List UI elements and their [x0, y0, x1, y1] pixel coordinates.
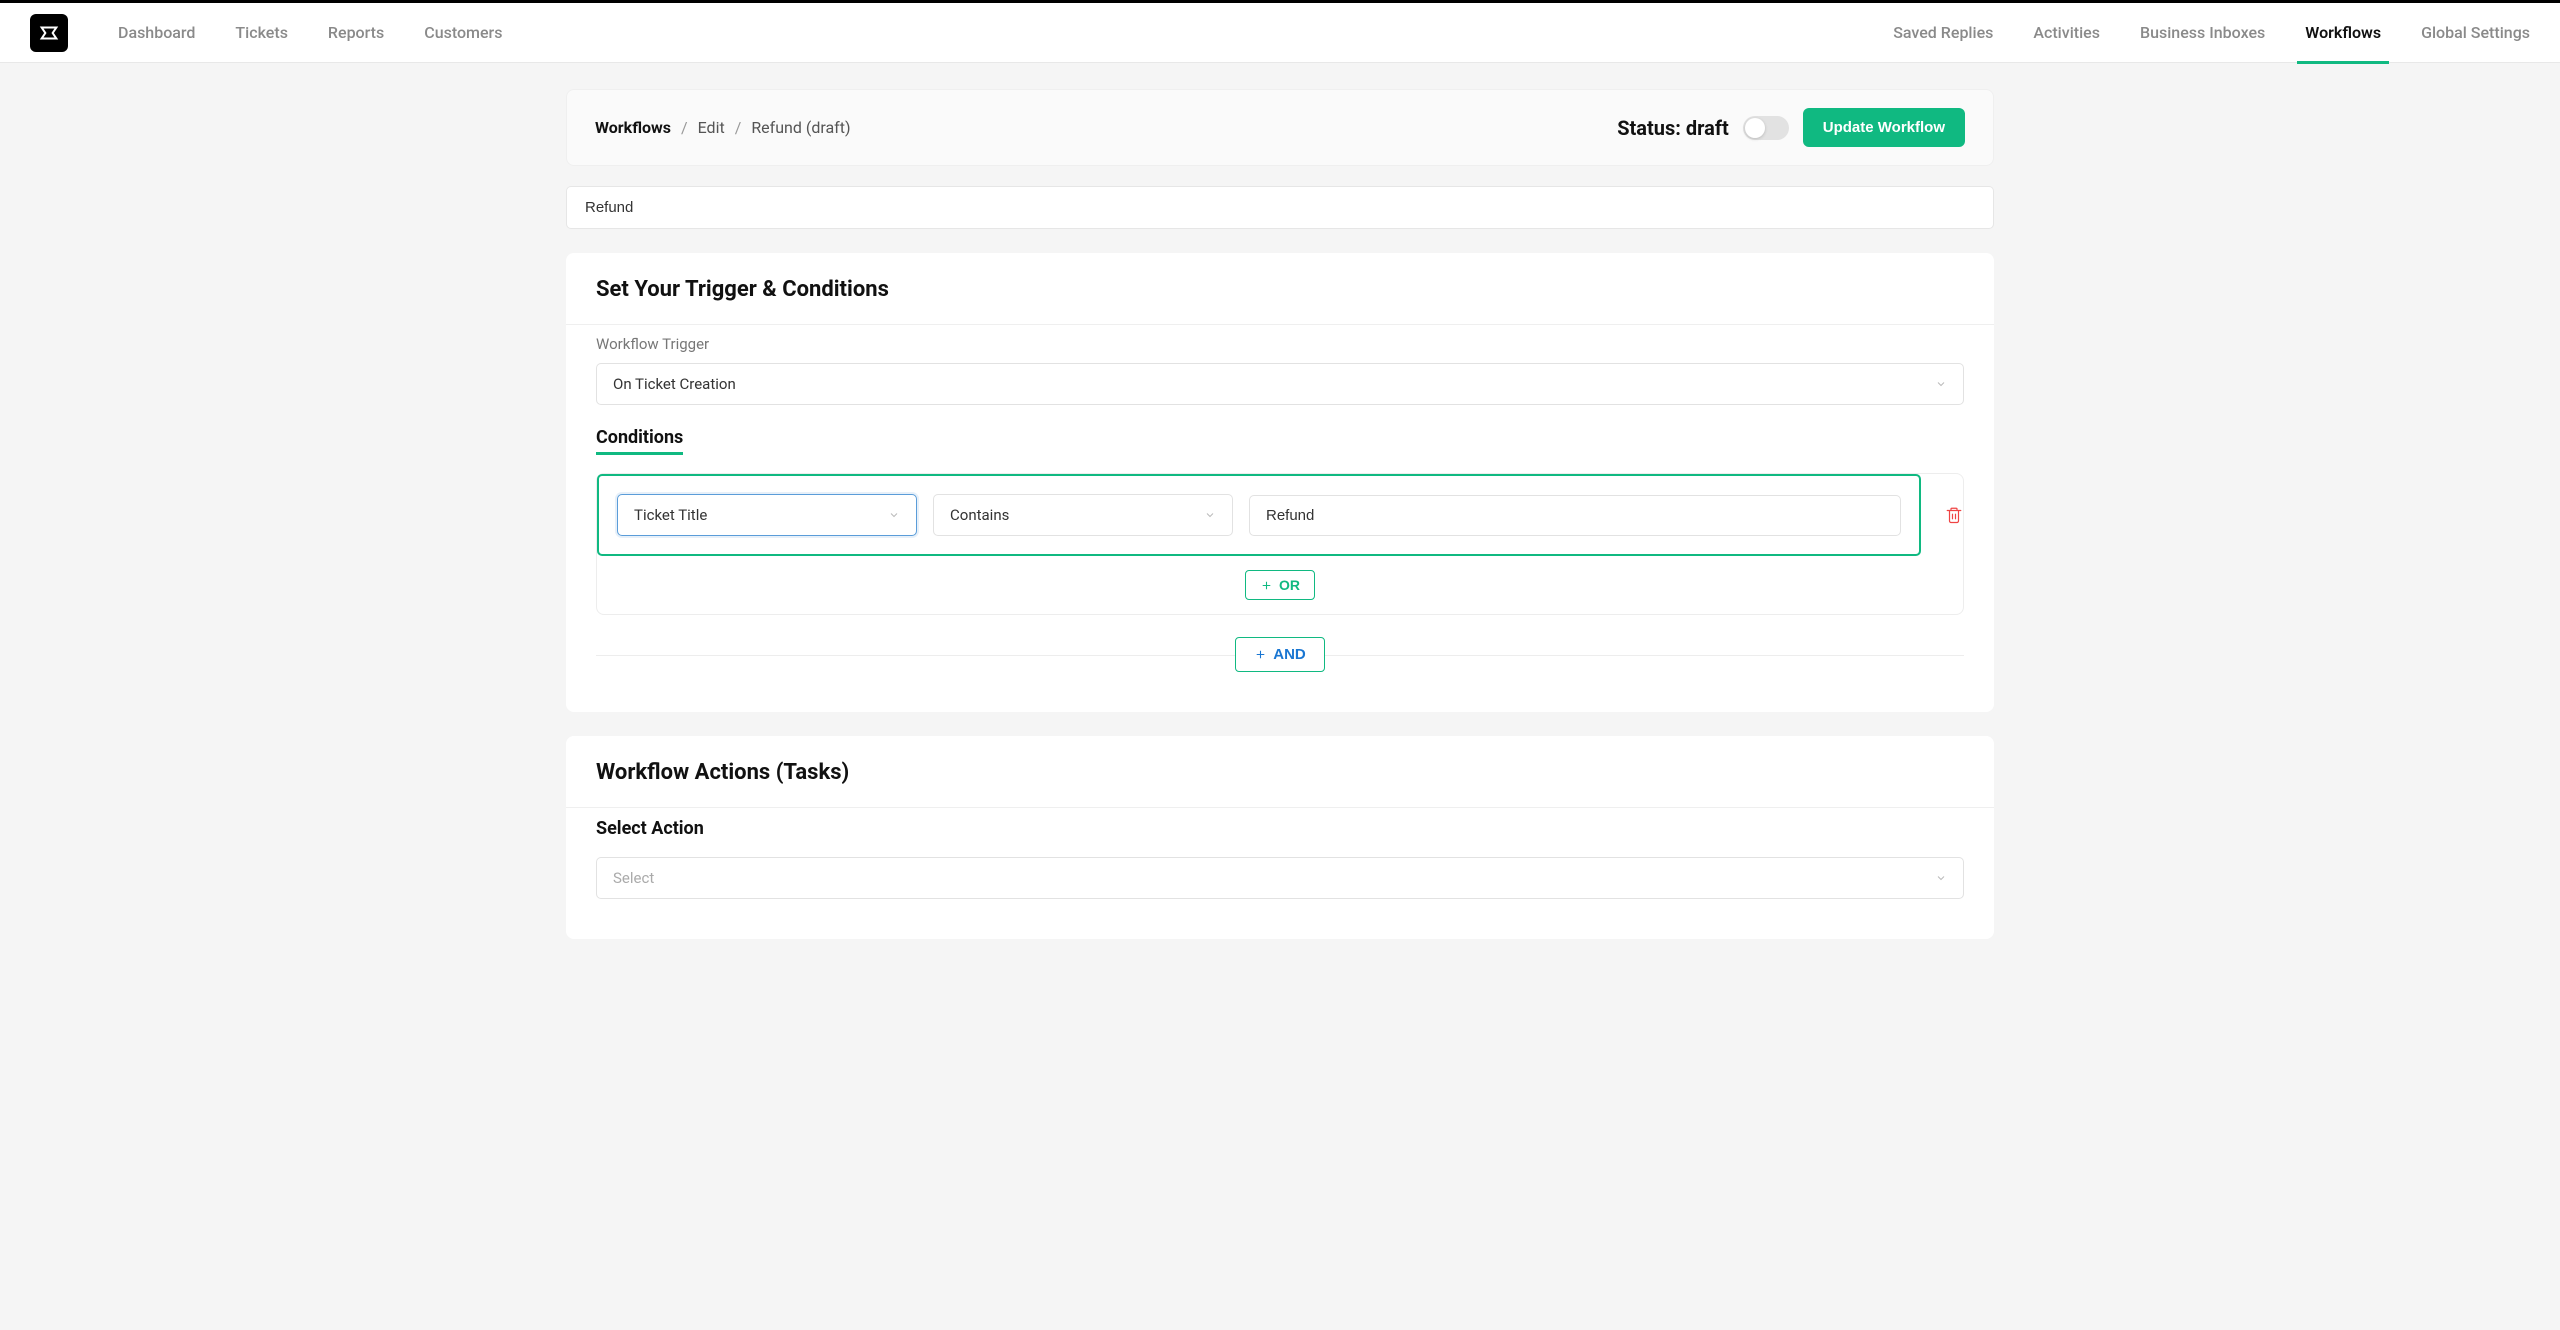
app-logo[interactable]: [30, 14, 68, 52]
plus-icon: [1260, 579, 1273, 592]
nav-business-inboxes[interactable]: Business Inboxes: [2140, 3, 2265, 63]
workflow-name-input[interactable]: [566, 186, 1994, 229]
chevron-down-icon: [1204, 509, 1216, 521]
logo-icon: [38, 22, 60, 44]
trigger-select[interactable]: On Ticket Creation: [596, 363, 1964, 405]
nav-global-settings[interactable]: Global Settings: [2421, 3, 2530, 63]
breadcrumb-sep: /: [735, 118, 742, 137]
conditions-heading: Conditions: [596, 427, 683, 455]
trigger-label: Workflow Trigger: [596, 335, 1964, 353]
page-header: Workflows / Edit / Refund (draft) Status…: [566, 89, 1994, 166]
condition-group: Ticket Title Contains: [597, 474, 1921, 556]
nav-tickets[interactable]: Tickets: [235, 3, 288, 63]
add-and-button[interactable]: AND: [1235, 637, 1325, 672]
nav-customers[interactable]: Customers: [424, 3, 502, 63]
breadcrumb: Workflows / Edit / Refund (draft): [595, 118, 851, 137]
chevron-down-icon: [888, 509, 900, 521]
condition-operator-value: Contains: [950, 506, 1009, 524]
trigger-title: Set Your Trigger & Conditions: [596, 277, 1964, 302]
condition-value-input[interactable]: [1249, 495, 1901, 536]
nav-reports[interactable]: Reports: [328, 3, 384, 63]
condition-operator-select[interactable]: Contains: [933, 494, 1233, 536]
status-label: Status: draft: [1617, 116, 1729, 140]
status-toggle[interactable]: [1743, 116, 1789, 140]
toggle-knob: [1745, 118, 1765, 138]
update-workflow-button[interactable]: Update Workflow: [1803, 108, 1965, 147]
main-nav: Dashboard Tickets Reports Customers Save…: [0, 3, 2560, 63]
condition-field-value: Ticket Title: [634, 506, 707, 524]
breadcrumb-edit[interactable]: Edit: [698, 118, 725, 137]
chevron-down-icon: [1935, 872, 1947, 884]
trigger-card: Set Your Trigger & Conditions Workflow T…: [566, 253, 1994, 712]
actions-title: Workflow Actions (Tasks): [596, 760, 1964, 785]
breadcrumb-sep: /: [681, 118, 688, 137]
action-select[interactable]: Select: [596, 857, 1964, 899]
trigger-select-value: On Ticket Creation: [613, 375, 736, 393]
nav-workflows[interactable]: Workflows: [2305, 3, 2381, 63]
actions-card: Workflow Actions (Tasks) Select Action S…: [566, 736, 1994, 939]
nav-dashboard[interactable]: Dashboard: [118, 3, 195, 63]
breadcrumb-root[interactable]: Workflows: [595, 118, 671, 137]
chevron-down-icon: [1935, 378, 1947, 390]
nav-activities[interactable]: Activities: [2033, 3, 2100, 63]
trash-icon[interactable]: [1945, 506, 1963, 524]
add-or-button[interactable]: OR: [1245, 570, 1315, 600]
plus-icon: [1254, 648, 1267, 661]
condition-wrapper: Ticket Title Contains: [596, 473, 1964, 615]
action-select-placeholder: Select: [613, 869, 654, 887]
nav-saved-replies[interactable]: Saved Replies: [1893, 3, 1993, 63]
condition-field-select[interactable]: Ticket Title: [617, 494, 917, 536]
select-action-label: Select Action: [596, 818, 1964, 839]
breadcrumb-item: Refund (draft): [751, 118, 850, 137]
